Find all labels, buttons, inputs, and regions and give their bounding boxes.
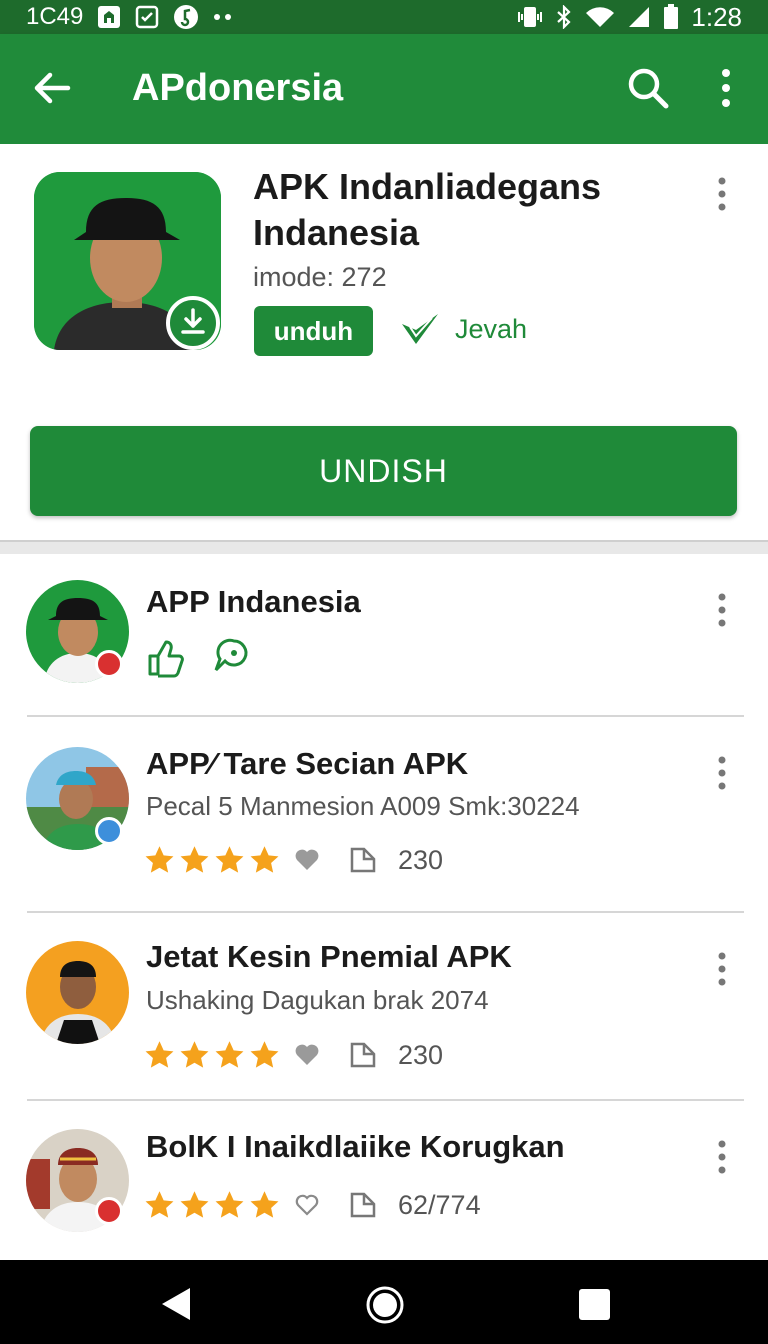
download-count: 230 [398,844,444,875]
list-item[interactable]: APP Indanesia [0,554,768,714]
star-icon [215,845,244,873]
chat-icon[interactable] [212,638,250,674]
verified-badge-icon [95,1197,123,1225]
more-vert-icon[interactable] [708,1137,736,1177]
download-count: 230 [398,1039,444,1070]
list-item[interactable]: Jetat Kesin Pnemial APK Ushaking Dagukan… [0,913,768,1100]
star-icon [250,845,279,873]
thumbs-up-icon[interactable] [146,638,184,678]
download-count-icon [350,1042,376,1068]
item-title: APP Indanesia [146,584,361,619]
arrow-left-icon[interactable] [28,64,76,112]
star-icon [215,1040,244,1068]
star-icon [250,1040,279,1068]
list-item[interactable]: BolK I Inaikdlaiike Korugkan 62/774 [0,1101,768,1260]
download-count: 62/774 [398,1189,481,1220]
status-left-text: 1C49 [26,3,84,30]
star-icon [250,1190,279,1218]
list-item[interactable]: APP⁄ Tare Secian APK Pecal 5 Manmesion A… [0,717,768,911]
nav-home-icon[interactable] [366,1286,404,1324]
verified-label: Jevah [455,314,528,344]
item-meta: 62/774 [144,1187,481,1223]
nav-recents-icon[interactable] [578,1288,611,1321]
more-vert-icon[interactable] [708,753,736,793]
status-time: 1:28 [691,1,742,32]
verified-badge-icon [95,650,123,678]
unduh-chip-button[interactable]: unduh [254,306,373,356]
nav-back-icon[interactable] [158,1286,192,1322]
status-bar: 1C49 1:28 [0,0,768,34]
more-notifications-icon [214,14,232,20]
section-divider [0,540,768,554]
star-rating [144,845,280,876]
item-subtitle: Ushaking Dagukan brak 2074 [146,985,489,1015]
app-detail-header: APK Indanliadegans Indanesia imode: 272 … [0,144,768,542]
verified-check-icon [402,314,438,344]
star-icon [180,845,209,873]
more-vert-icon[interactable] [706,174,738,214]
avatar [26,941,129,1044]
star-icon [180,1040,209,1068]
wifi-icon [586,7,615,28]
app-bar: APdonersia [0,34,768,144]
bluetooth-icon [557,5,571,29]
more-vert-icon[interactable] [708,590,736,630]
heart-outline-icon[interactable] [294,1193,320,1217]
item-title: Jetat Kesin Pnemial APK [146,939,512,974]
app-title: APK Indanliadegans Indanesia [253,166,602,253]
notification-app-icon [98,6,121,28]
signal-icon [629,7,650,27]
download-badge-icon[interactable] [166,296,220,350]
star-icon [145,845,174,873]
star-icon [215,1190,244,1218]
item-title: APP⁄ Tare Secian APK [146,746,469,781]
item-meta: 230 [144,842,443,878]
more-vert-icon[interactable] [708,949,736,989]
search-icon[interactable] [624,64,672,112]
star-icon [145,1190,174,1218]
heart-icon[interactable] [294,848,320,872]
download-count-icon [350,1192,376,1218]
notification-check-icon [136,5,159,29]
primary-action-button[interactable]: UNDISH [30,426,737,516]
battery-icon [664,4,679,29]
app-list: APP Indanesia APP⁄ Tare Secian APK Pecal… [0,554,768,1260]
heart-icon[interactable] [294,1043,320,1067]
notification-music-icon [174,5,199,29]
app-subtitle: imode: 272 [253,262,387,292]
download-count-icon [350,847,376,873]
star-icon [180,1190,209,1218]
item-meta: 230 [144,1037,443,1073]
more-vert-icon[interactable] [702,64,750,112]
app-bar-title: APdonersia [132,67,344,109]
star-rating [144,1190,280,1221]
verified-badge-icon [95,817,123,845]
vibrate-icon [518,7,543,27]
star-icon [145,1040,174,1068]
item-title: BolK I Inaikdlaiike Korugkan [146,1129,565,1164]
item-subtitle: Pecal 5 Manmesion A009 Smk:30224 [146,791,580,821]
star-rating [144,1040,280,1071]
